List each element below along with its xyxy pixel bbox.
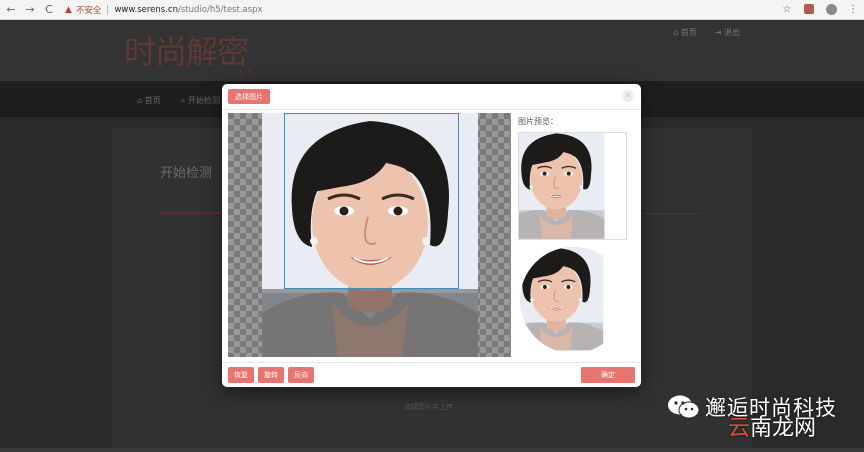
site-logo[interactable]: 时尚解密 xyxy=(124,27,249,73)
address-separator xyxy=(107,4,109,15)
address-bar[interactable]: ▲ 不安全 www.serens.cn /studio/h5/test.aspx xyxy=(65,2,263,18)
security-warning: 不安全 xyxy=(75,5,102,16)
dialog-header-divider xyxy=(222,109,641,110)
url-host: www.serens.cn xyxy=(114,4,178,15)
preview-label: 图片预览： xyxy=(518,117,558,126)
browser-toolbar: ← → C ▲ 不安全 www.serens.cn /studio/h5/tes… xyxy=(0,0,864,20)
top-links: ⌂ 首页 ⇥ 退出 xyxy=(673,27,740,38)
bottom-strip xyxy=(0,448,864,452)
reload-icon[interactable]: C xyxy=(41,2,57,18)
select-image-button[interactable]: 选择图片 xyxy=(228,89,270,104)
warning-icon: ▲ xyxy=(65,4,72,15)
crop-selection-box[interactable] xyxy=(284,113,459,289)
preview-square-image xyxy=(519,133,627,240)
menu-dots-icon[interactable]: ⋮ xyxy=(846,2,860,16)
reset-button[interactable]: 恢复 xyxy=(228,367,254,383)
crop-mask xyxy=(262,289,478,357)
preview-circle xyxy=(520,247,626,353)
top-link-home[interactable]: ⌂ 首页 xyxy=(673,27,697,38)
star-icon[interactable]: ☆ xyxy=(780,2,794,16)
browser-actions: ☆ ⋮ xyxy=(780,2,860,16)
image-crop-dialog: 选择图片 × 图片预览： 恢复 旋转 反向 确定 xyxy=(222,84,641,387)
dialog-footer-divider xyxy=(222,362,641,363)
crop-canvas[interactable] xyxy=(228,113,511,357)
nav-item-home[interactable]: ⌂ 首页 xyxy=(137,95,161,106)
flip-button[interactable]: 反向 xyxy=(288,367,314,383)
content-title: 开始检测 xyxy=(160,166,213,181)
title-underline xyxy=(160,212,222,214)
url-path: /studio/h5/test.aspx xyxy=(178,4,263,15)
confirm-button[interactable]: 确定 xyxy=(581,367,635,383)
preview-circle-image xyxy=(520,247,626,353)
site-header: 时尚解密 S T Y L E ⌂ 首页 ⇥ 退出 xyxy=(0,21,864,81)
nav-item-check[interactable]: ⌕ 开始检测 xyxy=(181,95,220,106)
site-logo-sub: S T Y L E xyxy=(214,70,254,76)
rotate-button[interactable]: 旋转 xyxy=(258,367,284,383)
wechat-icon xyxy=(668,395,700,419)
profile-avatar-icon[interactable] xyxy=(824,2,838,16)
preview-square xyxy=(518,132,627,240)
upload-hint: 选择图片并上传 xyxy=(404,403,453,411)
site-watermark: 云南龙网 xyxy=(728,416,817,441)
forward-icon[interactable]: → xyxy=(22,2,38,18)
close-icon[interactable]: × xyxy=(622,90,634,102)
extension-icon[interactable] xyxy=(802,2,816,16)
top-link-logout[interactable]: ⇥ 退出 xyxy=(715,27,740,38)
back-icon[interactable]: ← xyxy=(3,2,19,18)
